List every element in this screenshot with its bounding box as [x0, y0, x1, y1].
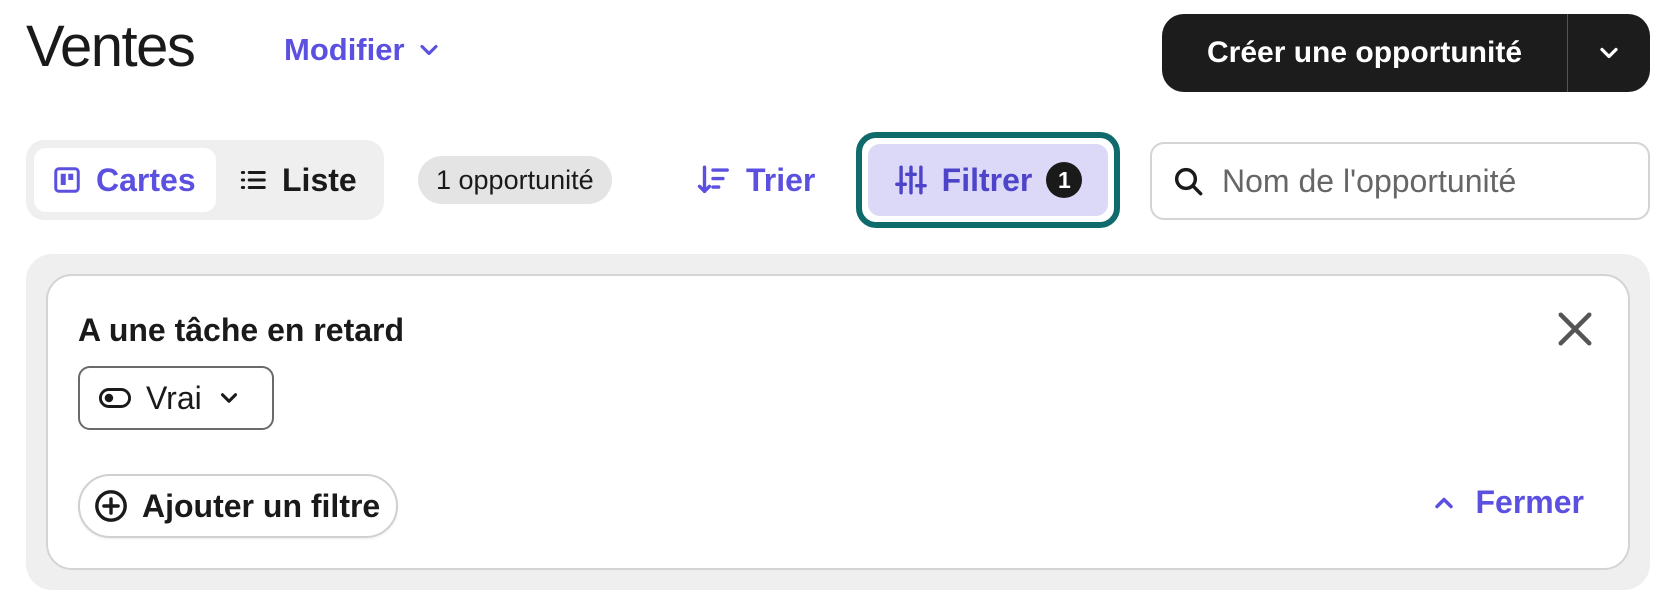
chevron-up-icon: [1434, 497, 1453, 508]
filter-panel: A une tâche en retard Vrai Ajouter un fi…: [26, 254, 1650, 590]
opportunity-count-badge: 1 opportunité: [418, 156, 612, 204]
modify-label: Modifier: [284, 32, 405, 67]
create-opportunity-group: Créer une opportunité: [1162, 14, 1650, 92]
page-header: Ventes Modifier Créer une opportunité: [26, 14, 1650, 92]
close-filters-button[interactable]: Fermer: [1430, 484, 1585, 521]
toggle-icon: [98, 388, 132, 408]
plus-circle-icon: [95, 490, 127, 522]
add-filter-button[interactable]: Ajouter un filtre: [78, 474, 399, 538]
filter-button[interactable]: Filtrer 1: [856, 132, 1120, 228]
filter-criterion-label: A une tâche en retard: [78, 312, 405, 348]
filter-value-label: Vrai: [146, 379, 202, 416]
sort-label: Trier: [746, 161, 816, 198]
sort-button[interactable]: Trier: [696, 152, 815, 208]
filter-value-select[interactable]: Vrai: [78, 366, 274, 430]
close-icon[interactable]: [1556, 310, 1594, 348]
chevron-down-icon: [420, 44, 438, 56]
view-option-list[interactable]: Liste: [220, 148, 375, 212]
view-option-cards[interactable]: Cartes: [34, 148, 216, 212]
search-input[interactable]: [1222, 162, 1642, 200]
add-filter-label: Ajouter un filtre: [142, 487, 381, 524]
create-opportunity-button[interactable]: Créer une opportunité: [1162, 14, 1568, 92]
view-option-label: Cartes: [96, 161, 196, 198]
filter-button-inner: Filtrer 1: [868, 144, 1108, 216]
list-icon: [240, 171, 266, 189]
chevron-down-icon: [220, 393, 237, 403]
close-filters-label: Fermer: [1475, 484, 1585, 520]
page-title: Ventes: [26, 14, 196, 79]
modify-button[interactable]: Modifier: [284, 32, 443, 68]
chevron-down-icon: [1600, 47, 1618, 59]
sort-icon: [697, 165, 729, 194]
filter-label: Filtrer: [941, 161, 1033, 198]
search-icon: [1174, 167, 1203, 196]
view-option-label: Liste: [282, 161, 357, 198]
board-icon: [54, 167, 80, 193]
filter-count-badge: 1: [1046, 162, 1083, 198]
toolbar: Cartes Liste 1 opportunité Trier Filtrer…: [26, 132, 1650, 228]
filter-card: A une tâche en retard Vrai Ajouter un fi…: [46, 274, 1630, 570]
search-box: [1150, 142, 1650, 220]
sliders-icon: [894, 165, 927, 195]
create-options-button[interactable]: [1568, 14, 1650, 92]
view-toggle: Cartes Liste: [26, 140, 384, 220]
